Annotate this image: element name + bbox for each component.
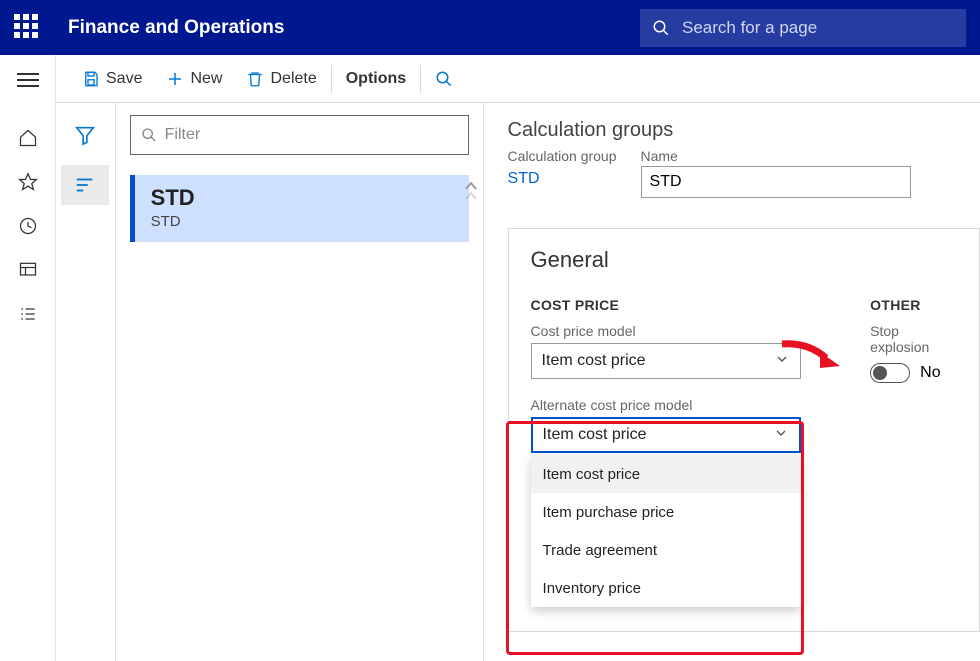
calc-group-label: Calculation group [508, 148, 617, 164]
home-icon[interactable] [17, 127, 39, 149]
sort-icon[interactable] [61, 165, 109, 205]
modules-icon[interactable] [17, 303, 39, 325]
delete-button[interactable]: Delete [234, 55, 328, 102]
new-label: New [190, 70, 222, 88]
save-button[interactable]: Save [70, 55, 154, 102]
toolbar-divider [420, 65, 421, 93]
filter-panel [56, 103, 116, 661]
cost-price-model-label: Cost price model [531, 323, 815, 339]
new-button[interactable]: New [154, 55, 234, 102]
workspace-icon[interactable] [17, 259, 39, 281]
stop-explosion-value: No [920, 364, 940, 382]
name-label: Name [641, 148, 911, 164]
options-label: Options [346, 70, 406, 88]
cost-price-model-dropdown[interactable]: Item cost price [531, 343, 801, 379]
stop-explosion-label: Stop explosion [870, 323, 957, 355]
annotation-highlight [506, 421, 804, 655]
delete-label: Delete [270, 70, 316, 88]
name-input[interactable] [641, 166, 911, 198]
annotation-arrow-icon [780, 338, 840, 372]
funnel-icon[interactable] [61, 115, 109, 155]
hamburger-icon[interactable] [17, 69, 39, 91]
app-title: Finance and Operations [68, 17, 284, 39]
list-item-std[interactable]: STD STD [130, 175, 469, 242]
app-header: Finance and Operations Search for a page [0, 0, 980, 55]
detail-panel: Calculation groups Calculation group STD… [484, 103, 980, 661]
list-filter-input[interactable]: Filter [130, 115, 469, 155]
calc-group-value[interactable]: STD [508, 166, 617, 192]
cost-price-section: COST PRICE [531, 297, 815, 313]
other-section: OTHER [870, 297, 957, 313]
general-title: General [531, 247, 957, 273]
search-icon [652, 19, 670, 37]
scroll-up-icon[interactable] [463, 179, 479, 212]
toolbar-divider [331, 65, 332, 93]
main-area: Filter STD STD Calculation groups Calcul… [56, 103, 980, 661]
action-toolbar: Save New Delete Options [0, 55, 980, 103]
waffle-icon[interactable] [14, 14, 42, 42]
page-title: Calculation groups [508, 119, 980, 142]
search-placeholder: Search for a page [682, 18, 817, 38]
options-button[interactable]: Options [334, 55, 418, 102]
search-icon [141, 127, 157, 143]
list-item-subtitle: STD [151, 213, 453, 230]
left-nav-rail [0, 55, 56, 661]
toolbar-search-button[interactable] [423, 55, 465, 102]
star-icon[interactable] [17, 171, 39, 193]
stop-explosion-toggle[interactable] [870, 363, 910, 383]
save-label: Save [106, 70, 142, 88]
filter-placeholder: Filter [165, 126, 201, 144]
cost-price-model-value: Item cost price [542, 352, 646, 370]
record-list: Filter STD STD [116, 103, 484, 661]
recent-icon[interactable] [17, 215, 39, 237]
alt-cost-label: Alternate cost price model [531, 397, 815, 413]
list-item-title: STD [151, 185, 453, 211]
global-search[interactable]: Search for a page [640, 9, 966, 47]
